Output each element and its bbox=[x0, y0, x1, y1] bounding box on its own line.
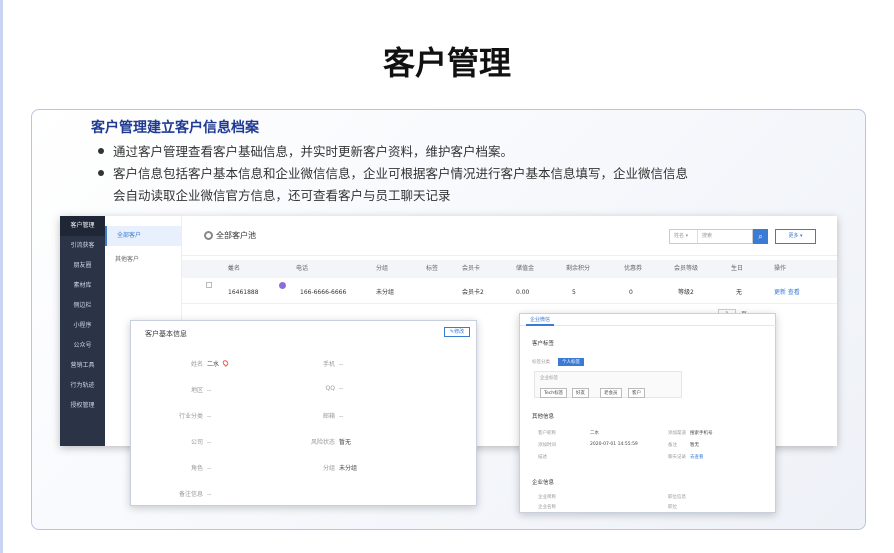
bullet-dot bbox=[98, 169, 104, 176]
field-company: 公司 -- bbox=[190, 439, 212, 446]
sidebar-item-auth[interactable]: 授权管理 bbox=[60, 396, 105, 416]
more-button[interactable]: 更多 ▾ bbox=[775, 229, 816, 244]
cell-group: 未分组 bbox=[376, 289, 395, 296]
radio-icon bbox=[204, 231, 213, 240]
tab-wecom[interactable]: 企业微信 bbox=[526, 314, 555, 326]
table-row: 16461888 ✓ 166-6666-6666 未分组 会员卡2 0.00 5… bbox=[182, 282, 837, 304]
company-tags-label: 企业标签 bbox=[540, 376, 558, 381]
customer-basic-info-panel: 客户基本信息 ✎修改 姓名 二水 手机 -- 地区 -- QQ -- 行业分类 -- 邮箱… bbox=[130, 320, 477, 506]
col-phone: 电话 bbox=[296, 265, 309, 272]
tag-chip[interactable]: 好友 bbox=[572, 388, 589, 398]
cell-phone: 166-6666-6666 bbox=[300, 289, 347, 296]
field-email: 邮箱 -- bbox=[322, 413, 344, 420]
col-coupons: 优惠券 bbox=[624, 265, 643, 272]
edit-button[interactable]: ✎修改 bbox=[444, 327, 470, 337]
tag-group-label: 标签分类 bbox=[532, 360, 550, 365]
field-qq: QQ -- bbox=[325, 385, 344, 392]
card-heading: 客户管理建立客户信息档案 bbox=[91, 120, 259, 136]
col-birthday: 生日 bbox=[731, 265, 744, 272]
col-points: 剩余积分 bbox=[566, 265, 591, 272]
row-actions-link[interactable]: 更新 查看 bbox=[774, 282, 800, 304]
sidebar-item-behavior[interactable]: 行为轨迹 bbox=[60, 376, 105, 396]
field-role: 角色 -- bbox=[190, 465, 212, 472]
app-sidebar: 客户管理 引流获客 朋友圈 素材库 侧边栏 小程序 公众号 营销工具 行为轨迹 … bbox=[60, 216, 105, 446]
wecom-info-panel: 企业微信 客户标签 标签分类 个人标签 企业标签 Tech标签 好友 老会员 客… bbox=[519, 313, 777, 513]
col-group: 分组 bbox=[376, 265, 389, 272]
cell-birthday: 无 bbox=[736, 289, 743, 296]
sidebar-item-marketing[interactable]: 营销工具 bbox=[60, 356, 105, 376]
sidebar-item-sidebar[interactable]: 侧边栏 bbox=[60, 296, 105, 316]
bullet-2: 客户信息包括客户基本信息和企业微信信息，企业可根据客户情况进行客户基本信息填写，… bbox=[98, 163, 688, 185]
field-name: 姓名 二水 bbox=[161, 359, 230, 368]
tag-chip[interactable]: 老会员 bbox=[600, 388, 622, 398]
cell-coupons: 0 bbox=[629, 289, 633, 296]
sidebar-item-acquire[interactable]: 引流获客 bbox=[60, 236, 105, 256]
col-level: 会员等级 bbox=[674, 265, 699, 272]
section-enterprise-info: 企业信息 bbox=[532, 480, 555, 486]
field-group: 分组 未分组 bbox=[322, 465, 358, 472]
cell-name: 16461888 bbox=[228, 289, 259, 296]
sidebar-item-official[interactable]: 公众号 bbox=[60, 336, 105, 356]
slide-title: 客户管理 bbox=[382, 44, 511, 82]
field-remark: 备注信息 -- bbox=[178, 491, 212, 498]
cell-points: 5 bbox=[572, 289, 576, 296]
col-actions: 操作 bbox=[774, 265, 787, 272]
sidebar-item-materials[interactable]: 素材库 bbox=[60, 276, 105, 296]
cell-level: 等级2 bbox=[678, 289, 694, 296]
app-topbar: 全部客户池 姓名 ▾ 搜索 ⌕ 更多 ▾ bbox=[182, 216, 837, 256]
wecom-tabbar: 企业微信 bbox=[520, 314, 777, 326]
subnav-all-customers[interactable]: 全部客户 bbox=[105, 226, 181, 246]
bullet-1: 通过客户管理查看客户基础信息，并实时更新客户资料，维护客户档案。 bbox=[98, 141, 513, 163]
sidebar-item-moments[interactable]: 朋友圈 bbox=[60, 256, 105, 276]
field-industry: 行业分类 -- bbox=[178, 413, 212, 420]
field-risk-status: 风险状态 暂无 bbox=[310, 439, 352, 446]
col-card: 会员卡 bbox=[462, 265, 481, 272]
cell-balance: 0.00 bbox=[516, 289, 530, 296]
tag-chip[interactable]: Tech标签 bbox=[540, 388, 568, 398]
table-header: 姓名 ⇕ 电话 分组 标签 会员卡 储值金 剩余积分 优惠券 会员等级 生日 操… bbox=[182, 260, 837, 278]
search-button[interactable]: ⌕ bbox=[753, 229, 768, 244]
col-balance: 储值金 bbox=[516, 265, 535, 272]
field-mobile: 手机 -- bbox=[322, 361, 344, 368]
personal-tag-chip[interactable]: 个人标签 bbox=[558, 358, 584, 366]
col-name[interactable]: 姓名 ⇕ bbox=[228, 260, 240, 278]
field-region: 地区 -- bbox=[190, 387, 212, 394]
subnav-other-customers[interactable]: 其他客户 bbox=[105, 250, 181, 270]
section-other-info: 其他信息 bbox=[532, 414, 555, 420]
section-customer-tags: 客户标签 bbox=[532, 341, 555, 347]
tag-chip[interactable]: 客户 bbox=[628, 388, 645, 398]
search-icon: ⌕ bbox=[758, 232, 763, 241]
panel-title: 客户基本信息 bbox=[145, 330, 187, 338]
view-chat-link[interactable]: 去查看 bbox=[690, 454, 704, 460]
search-input[interactable]: 搜索 bbox=[698, 233, 712, 239]
bullet-2-continuation: 会自动读取企业微信官方信息，还可查看客户与员工聊天记录 bbox=[113, 188, 451, 203]
bullet-dot bbox=[98, 147, 104, 154]
search-field-select[interactable]: 姓名 ▾ bbox=[670, 230, 698, 243]
col-tag: 标签 bbox=[426, 265, 439, 272]
feature-card: 客户管理建立客户信息档案 通过客户管理查看客户基础信息，并实时更新客户资料，维护… bbox=[31, 109, 866, 530]
sidebar-item-customer[interactable]: 客户管理 bbox=[60, 216, 105, 236]
cell-card: 会员卡2 bbox=[462, 289, 484, 296]
sidebar-item-miniapp[interactable]: 小程序 bbox=[60, 316, 105, 336]
location-pin-icon bbox=[221, 359, 230, 367]
customer-pool-selector[interactable]: 全部客户池 bbox=[204, 230, 256, 241]
search-group: 姓名 ▾ 搜索 bbox=[669, 229, 753, 244]
